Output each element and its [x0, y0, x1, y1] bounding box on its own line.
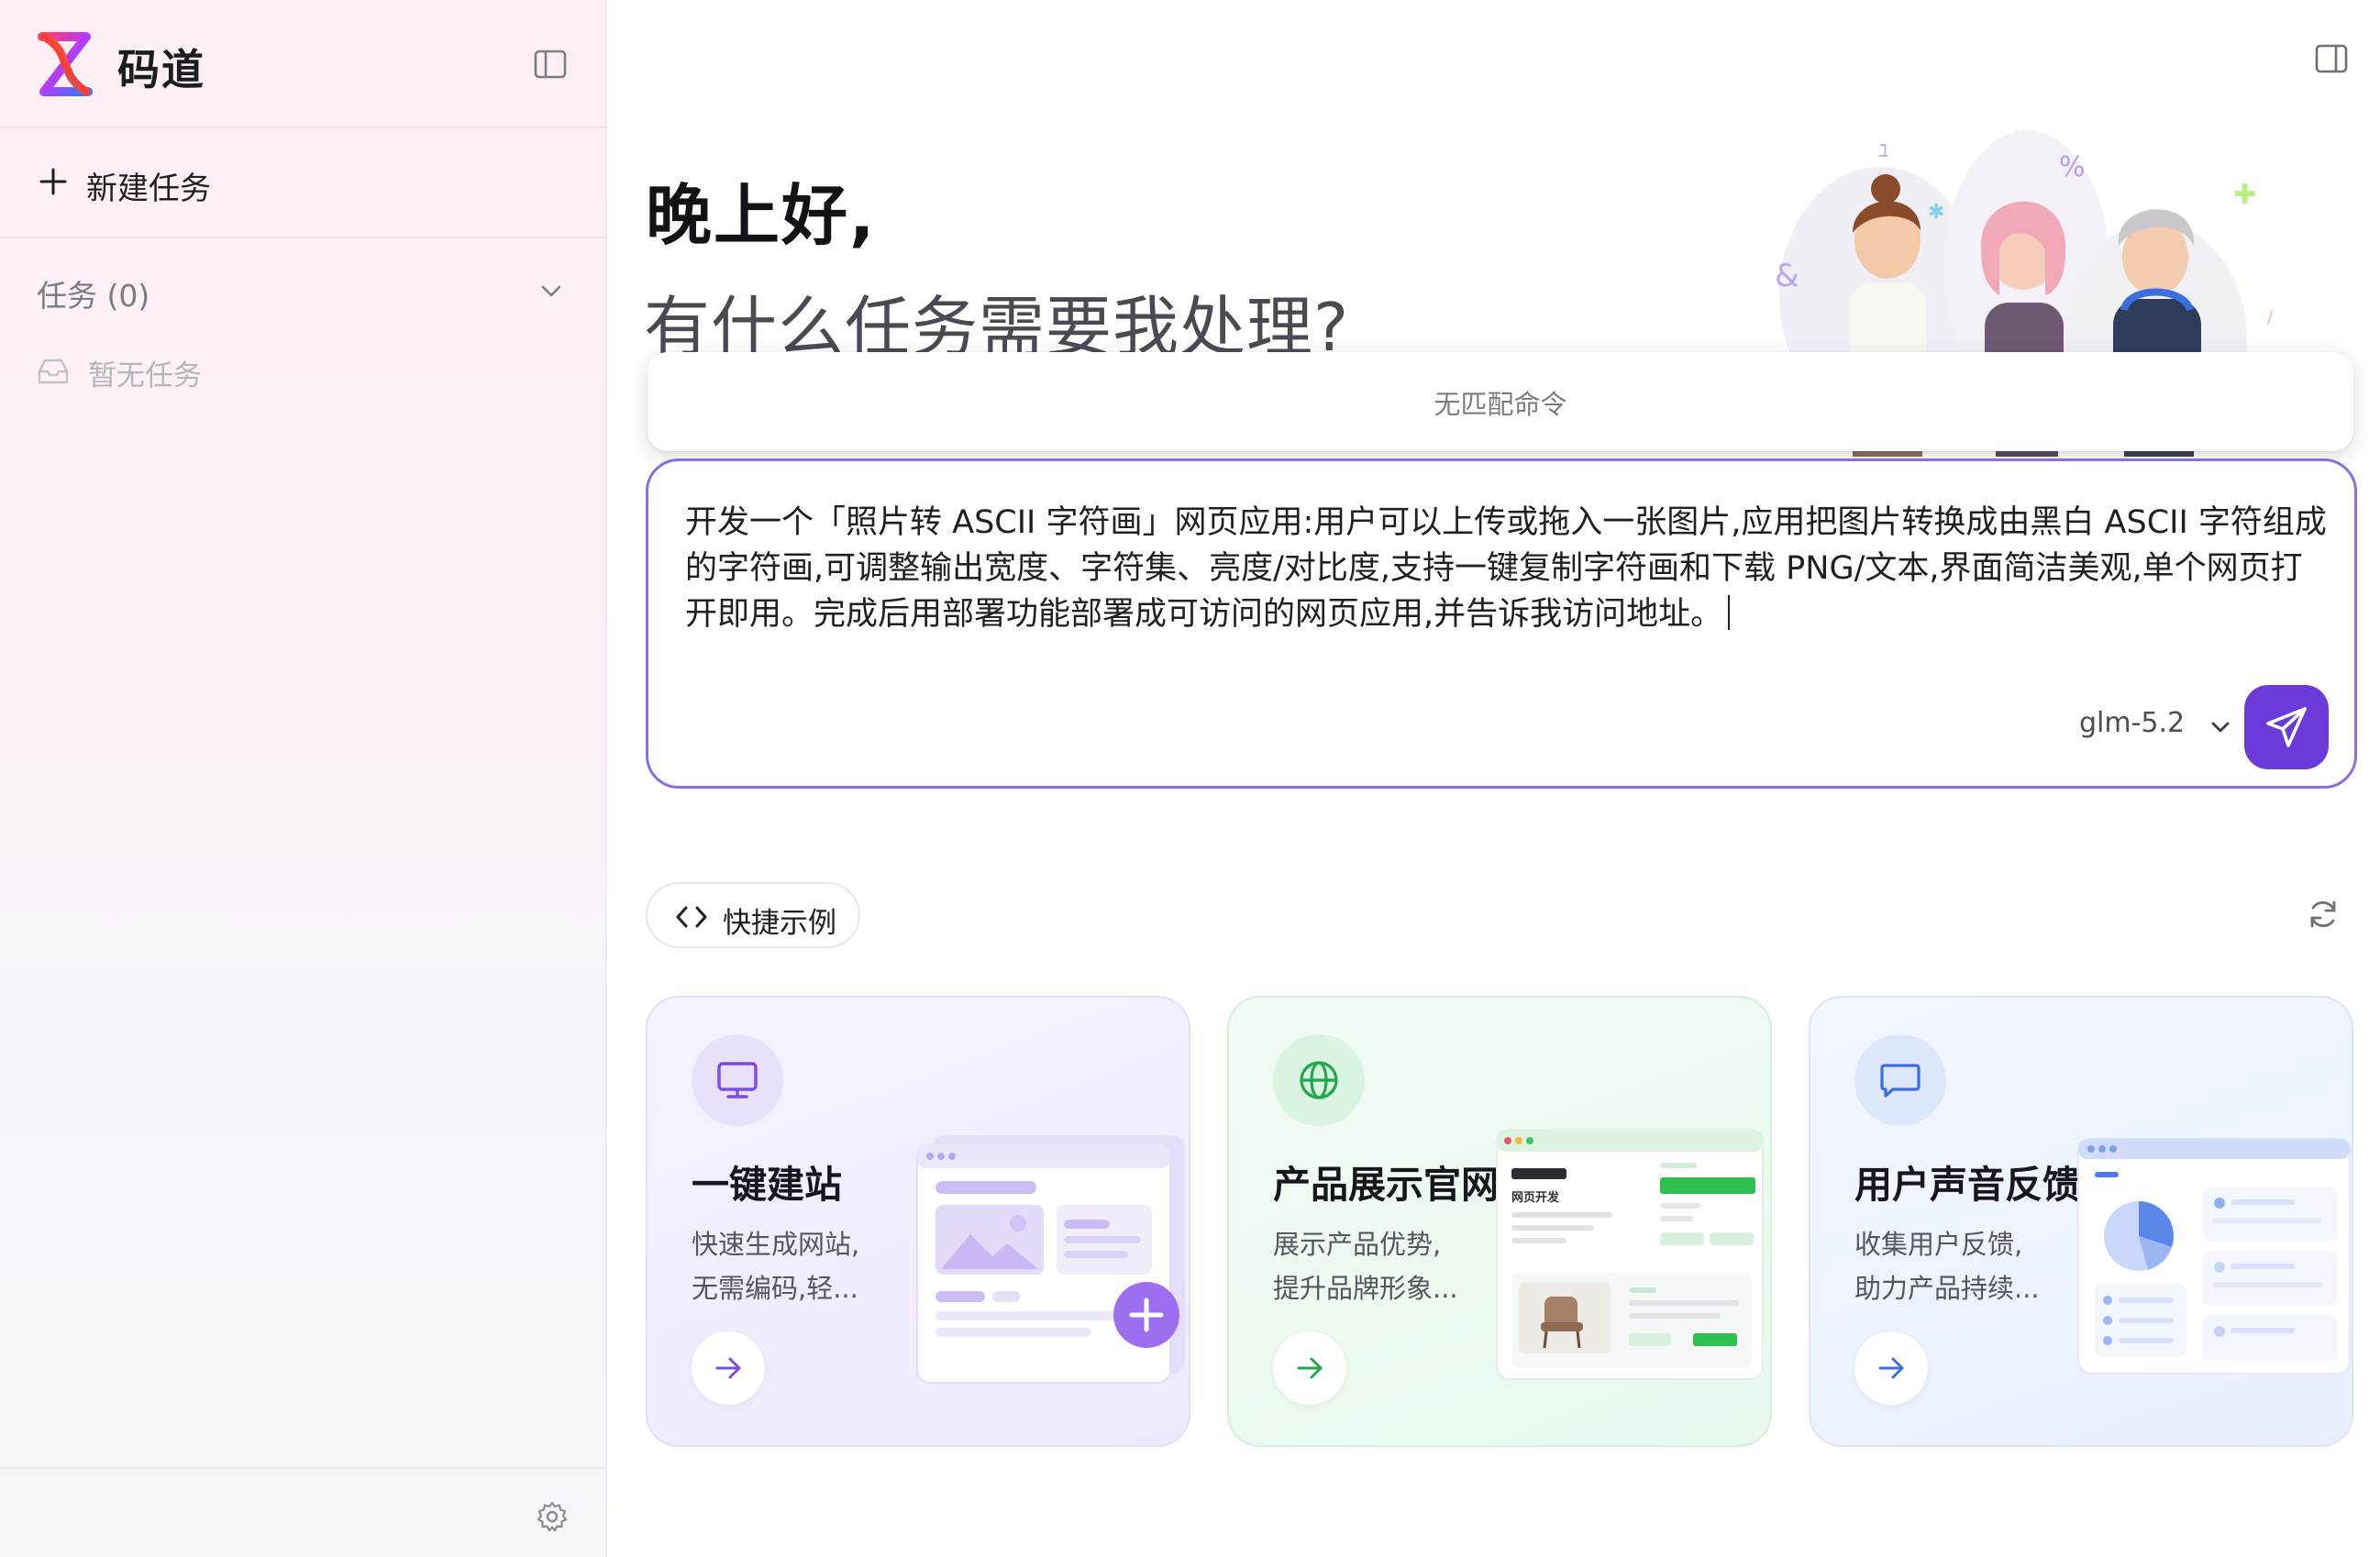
svg-text:✚: ✚ — [2233, 179, 2256, 211]
new-task-label: 新建任务 — [86, 171, 211, 207]
sidebar: 码道 新建任务 任务 (0) 暂无任务 — [0, 0, 607, 1557]
arrow-right-icon — [715, 1357, 741, 1379]
website-preview-illustration — [916, 1135, 1185, 1384]
card-description: 快速生成网站, — [692, 1229, 860, 1260]
refresh-icon[interactable] — [2306, 897, 2341, 932]
gear-icon[interactable] — [536, 1500, 569, 1533]
tasks-section-header[interactable]: 任务 (0) — [0, 257, 605, 323]
sidebar-header: 码道 — [0, 0, 605, 128]
card-description: 助力产品持续... — [1854, 1273, 2040, 1304]
card-icon-bubble — [692, 1034, 783, 1126]
app-logo-icon — [38, 32, 93, 96]
svg-text:✱: ✱ — [1928, 201, 1944, 224]
card-description: 提升品牌形象... — [1273, 1273, 1458, 1304]
message-icon — [1880, 1064, 1921, 1098]
right-panel-toggle-icon[interactable] — [2313, 40, 2350, 77]
prompt-input[interactable]: 开发一个「照片转 ASCII 字符画」网页应用:用户可以上传或拖入一张图片,应用… — [685, 500, 2327, 637]
quick-examples-label: 快捷示例 — [723, 907, 836, 940]
sidebar-footer — [0, 1467, 605, 1557]
card-icon-bubble — [1854, 1034, 1946, 1126]
svg-text:/: / — [2267, 308, 2274, 327]
card-icon-bubble — [1273, 1034, 1365, 1126]
example-card-website[interactable]: 一键建站 快速生成网站, 无需编码,轻... — [646, 996, 1190, 1447]
model-selector[interactable]: glm-5.2 — [2079, 707, 2230, 747]
send-icon — [2266, 707, 2307, 747]
card-go-button[interactable] — [1273, 1331, 1346, 1405]
inbox-icon — [38, 359, 69, 384]
text-caret — [1728, 595, 1731, 630]
prompt-text: 开发一个「照片转 ASCII 字符画」网页应用:用户可以上传或拖入一张图片,应用… — [685, 504, 2327, 633]
prompt-composer[interactable]: 开发一个「照片转 ASCII 字符画」网页应用:用户可以上传或拖入一张图片,应用… — [646, 458, 2357, 789]
svg-text:ﾕ: ﾕ — [1878, 140, 1888, 163]
empty-tasks-label: 暂无任务 — [88, 359, 202, 392]
card-description: 无需编码,轻... — [692, 1273, 858, 1304]
chevron-down-icon — [541, 285, 561, 297]
tasks-count-label: 任务 (0) — [37, 278, 150, 314]
model-name: glm-5.2 — [2079, 707, 2186, 739]
svg-text:%: % — [2059, 151, 2086, 183]
card-description: 收集用户反馈, — [1854, 1229, 2023, 1260]
card-go-button[interactable] — [692, 1331, 765, 1405]
card-go-button[interactable] — [1854, 1331, 1928, 1405]
app-title: 码道 — [117, 45, 205, 94]
plus-icon — [39, 168, 67, 195]
send-button[interactable] — [2244, 685, 2329, 769]
monitor-icon — [717, 1062, 758, 1099]
card-title: 用户声音反馈 — [1854, 1163, 2080, 1207]
card-title: 产品展示官网 — [1273, 1163, 1499, 1207]
new-task-button[interactable]: 新建任务 — [0, 130, 605, 238]
command-suggestions-popup: 无匹配命令 — [648, 352, 2353, 451]
product-site-preview-illustration: 网页开发 — [1496, 1129, 1764, 1380]
card-description: 展示产品优势, — [1273, 1229, 1442, 1260]
card-title: 一键建站 — [692, 1163, 842, 1207]
quick-examples-button[interactable]: 快捷示例 — [646, 882, 860, 948]
mock-page-label: 网页开发 — [1511, 1190, 1560, 1205]
no-matching-command-text: 无匹配命令 — [1434, 389, 1567, 420]
arrow-right-icon — [1297, 1357, 1323, 1379]
chevron-down-icon — [2211, 722, 2230, 733]
globe-icon — [1300, 1061, 1338, 1099]
feedback-dashboard-illustration — [2077, 1138, 2351, 1375]
greeting-heading: 晚上好, — [646, 177, 877, 254]
arrow-right-icon — [1878, 1357, 1904, 1379]
code-icon — [676, 906, 707, 928]
example-card-product-site[interactable]: 产品展示官网 展示产品优势, 提升品牌形象... 网页开发 — [1227, 996, 1772, 1447]
example-card-user-feedback[interactable]: 用户声音反馈 收集用户反馈, 助力产品持续... — [1809, 996, 2353, 1447]
sidebar-collapse-icon[interactable] — [532, 46, 569, 83]
svg-text:&: & — [1775, 258, 1799, 294]
